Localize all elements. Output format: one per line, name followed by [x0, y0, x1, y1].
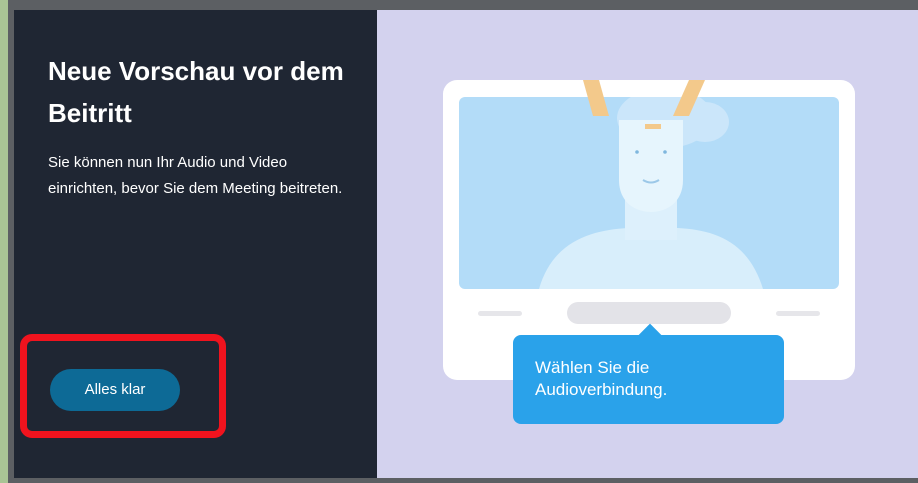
- dialog-title: Neue Vorschau vor dem Beitritt: [48, 56, 344, 128]
- preview-onboarding-dialog: Neue Vorschau vor dem Beitritt Sie könne…: [14, 10, 918, 478]
- audio-tooltip: Wählen Sie die Audioverbindung.: [513, 323, 784, 424]
- dialog-info-panel: Neue Vorschau vor dem Beitritt Sie könne…: [14, 10, 377, 478]
- dialog-description: Sie können nun Ihr Audio und Video einri…: [48, 154, 343, 197]
- illustration-panel: Wählen Sie die Audioverbindung.: [377, 10, 918, 478]
- got-it-button[interactable]: Alles klar: [50, 369, 180, 411]
- tooltip-text: Wählen Sie die Audioverbindung.: [535, 358, 668, 399]
